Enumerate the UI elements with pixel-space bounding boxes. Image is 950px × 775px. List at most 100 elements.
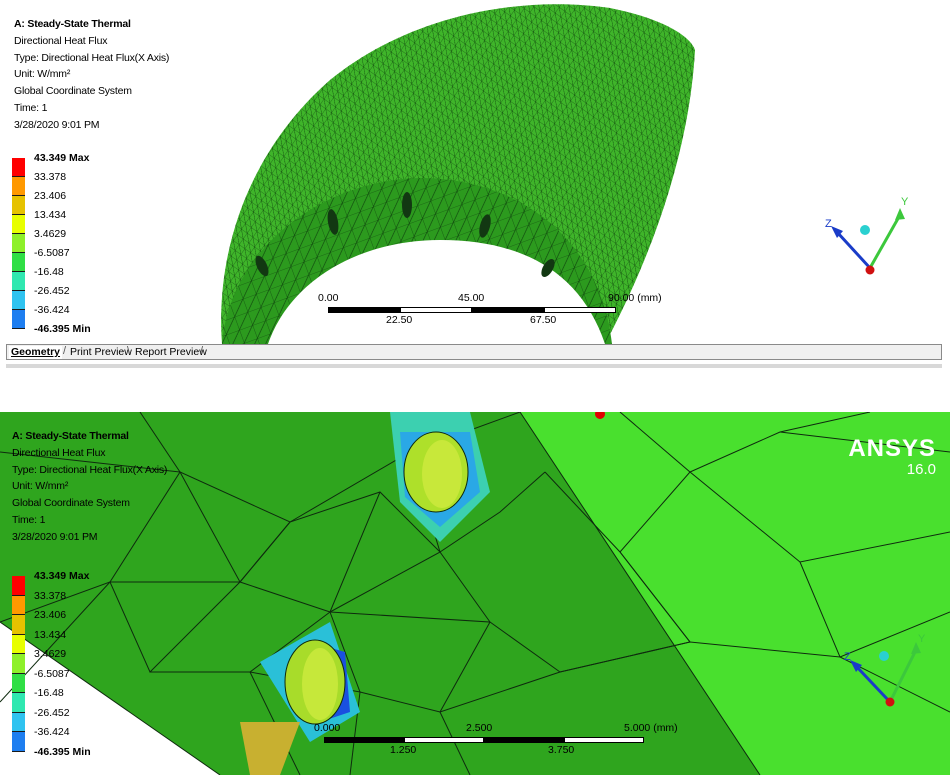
y-axis-label: Y [901, 196, 909, 208]
legend-label: -36.424 [34, 726, 70, 738]
ansys-version: 16.0 [906, 51, 936, 68]
scale-tick-label: 45.00 [458, 292, 485, 304]
y-axis-label: Y [918, 633, 926, 645]
timestamp: 3/28/2020 9:01 PM [14, 118, 100, 131]
legend-label: 23.406 [34, 190, 67, 202]
legend-swatch [12, 615, 25, 635]
legend-label: -16.48 [34, 687, 64, 699]
legend-label: -6.5087 [34, 247, 70, 259]
scale-tick-label: 0.000 [314, 722, 341, 734]
axis-triad[interactable]: Z Y [815, 190, 915, 285]
analysis-title: A: Steady-State Thermal [12, 430, 129, 442]
scale-tick-label: 90.00 (mm) [608, 292, 662, 304]
legend-label: -26.452 [34, 706, 70, 719]
graphics-viewport-top[interactable]: A: Steady-State Thermal Directional Heat… [0, 0, 950, 344]
triad-center-sphere [879, 651, 889, 661]
scale-tick-label: 3.750 [548, 744, 575, 756]
graphics-viewport-bottom[interactable]: A: Steady-State Thermal Directional Heat… [0, 412, 950, 775]
z-axis-arrow [835, 230, 872, 270]
legend-label: 13.434 [34, 628, 67, 641]
legend-swatch [12, 272, 25, 291]
legend-swatch [12, 634, 25, 654]
legend-label: -46.395 Min [34, 745, 91, 758]
scale-ruler: 0.00 45.00 90.00 (mm) 22.50 67.50 [318, 292, 662, 332]
result-info-block: A: Steady-State Thermal Directional Heat… [14, 16, 169, 134]
legend-swatch [12, 234, 25, 253]
legend-swatch [12, 732, 25, 752]
scale-segment [484, 737, 564, 743]
axis-triad[interactable]: Z Y [832, 630, 932, 725]
legend-label: 43.349 Max [34, 152, 90, 164]
y-axis-arrow [888, 649, 918, 703]
time-value: Time: 1 [14, 101, 48, 114]
result-type: Type: Directional Heat Flux(X Axis) [14, 51, 170, 64]
x-axis-sphere [885, 697, 895, 707]
legend-swatch [12, 291, 25, 310]
bottom-viewport-panel: A: Steady-State Thermal Directional Heat… [0, 412, 950, 775]
legend-swatch [12, 595, 25, 615]
legend-swatch [12, 215, 25, 234]
ansys-logo: ANSYS 16.0 [848, 26, 936, 68]
top-viewport-panel: A: Steady-State Thermal Directional Heat… [0, 0, 950, 372]
scale-ruler: 0.000 2.500 5.000 (mm) 1.250 3.750 [314, 722, 694, 768]
legend-label: -26.452 [34, 285, 70, 297]
coordinate-system: Global Coordinate System [14, 85, 132, 98]
y-axis-arrow [868, 214, 902, 269]
legend-swatch [12, 712, 25, 732]
result-name: Directional Heat Flux [12, 446, 106, 459]
tab-report-preview[interactable]: Report Preview [133, 346, 209, 359]
legend-label: -6.5087 [34, 667, 70, 680]
scale-tick-label: 5.000 (mm) [624, 722, 678, 734]
viewport-tab-bar: Geometry / Print Preview \ Report Previe… [6, 344, 942, 360]
horizontal-scrollbar[interactable] [6, 364, 942, 368]
ansys-logo: ANSYS 16.0 [848, 436, 936, 478]
legend-label: 13.434 [34, 209, 67, 221]
tab-print-preview[interactable]: Print Preview [68, 346, 134, 359]
z-axis-label: Z [844, 651, 851, 663]
legend-swatch [12, 310, 25, 329]
legend-swatch [12, 253, 25, 272]
ansys-logo-text: ANSYS [848, 435, 936, 462]
legend-label: 23.406 [34, 609, 67, 621]
legend-label: -16.48 [34, 266, 64, 278]
x-axis-sphere [865, 265, 875, 275]
legend-swatch [12, 673, 25, 693]
scale-tick-label: 67.50 [530, 314, 557, 326]
legend-swatch [12, 177, 25, 196]
scale-segment [400, 307, 472, 313]
z-axis-arrow [854, 664, 892, 704]
legend-label: -36.424 [34, 304, 70, 316]
legend-label: -46.395 Min [34, 323, 91, 335]
result-name: Directional Heat Flux [14, 34, 108, 47]
hole-upper [390, 412, 490, 542]
scale-segment [472, 307, 544, 313]
result-type: Type: Directional Heat Flux(X Axis) [12, 463, 168, 476]
result-info-block: A: Steady-State Thermal Directional Heat… [12, 428, 167, 546]
legend-label: 3.4629 [34, 228, 67, 240]
legend-label: 33.378 [34, 171, 67, 183]
scale-tick-label: 2.500 [466, 722, 493, 734]
coordinate-system: Global Coordinate System [12, 497, 130, 510]
scale-segment [328, 307, 400, 313]
scale-segment [564, 737, 644, 743]
legend-color-bar [12, 576, 25, 752]
legend-color-bar [12, 158, 25, 329]
legend-swatch [12, 158, 25, 177]
legend-swatch [12, 576, 25, 596]
scale-tick-label: 0.00 [318, 292, 339, 304]
result-unit: Unit: W/mm² [12, 480, 69, 493]
scale-segment [544, 307, 616, 313]
legend-swatch [12, 693, 25, 713]
triad-center-sphere [860, 225, 870, 235]
scale-tick-label: 22.50 [386, 314, 413, 326]
timestamp: 3/28/2020 9:01 PM [12, 530, 98, 543]
legend-label: 33.378 [34, 589, 67, 602]
tab-geometry[interactable]: Geometry [9, 346, 63, 359]
legend-label: 43.349 Max [34, 570, 90, 582]
legend-label: 3.4629 [34, 648, 67, 660]
legend-swatch [12, 654, 25, 674]
z-axis-label: Z [825, 218, 832, 230]
scale-tick-label: 1.250 [390, 744, 417, 756]
scale-segment [324, 737, 404, 743]
result-unit: Unit: W/mm² [14, 68, 71, 81]
